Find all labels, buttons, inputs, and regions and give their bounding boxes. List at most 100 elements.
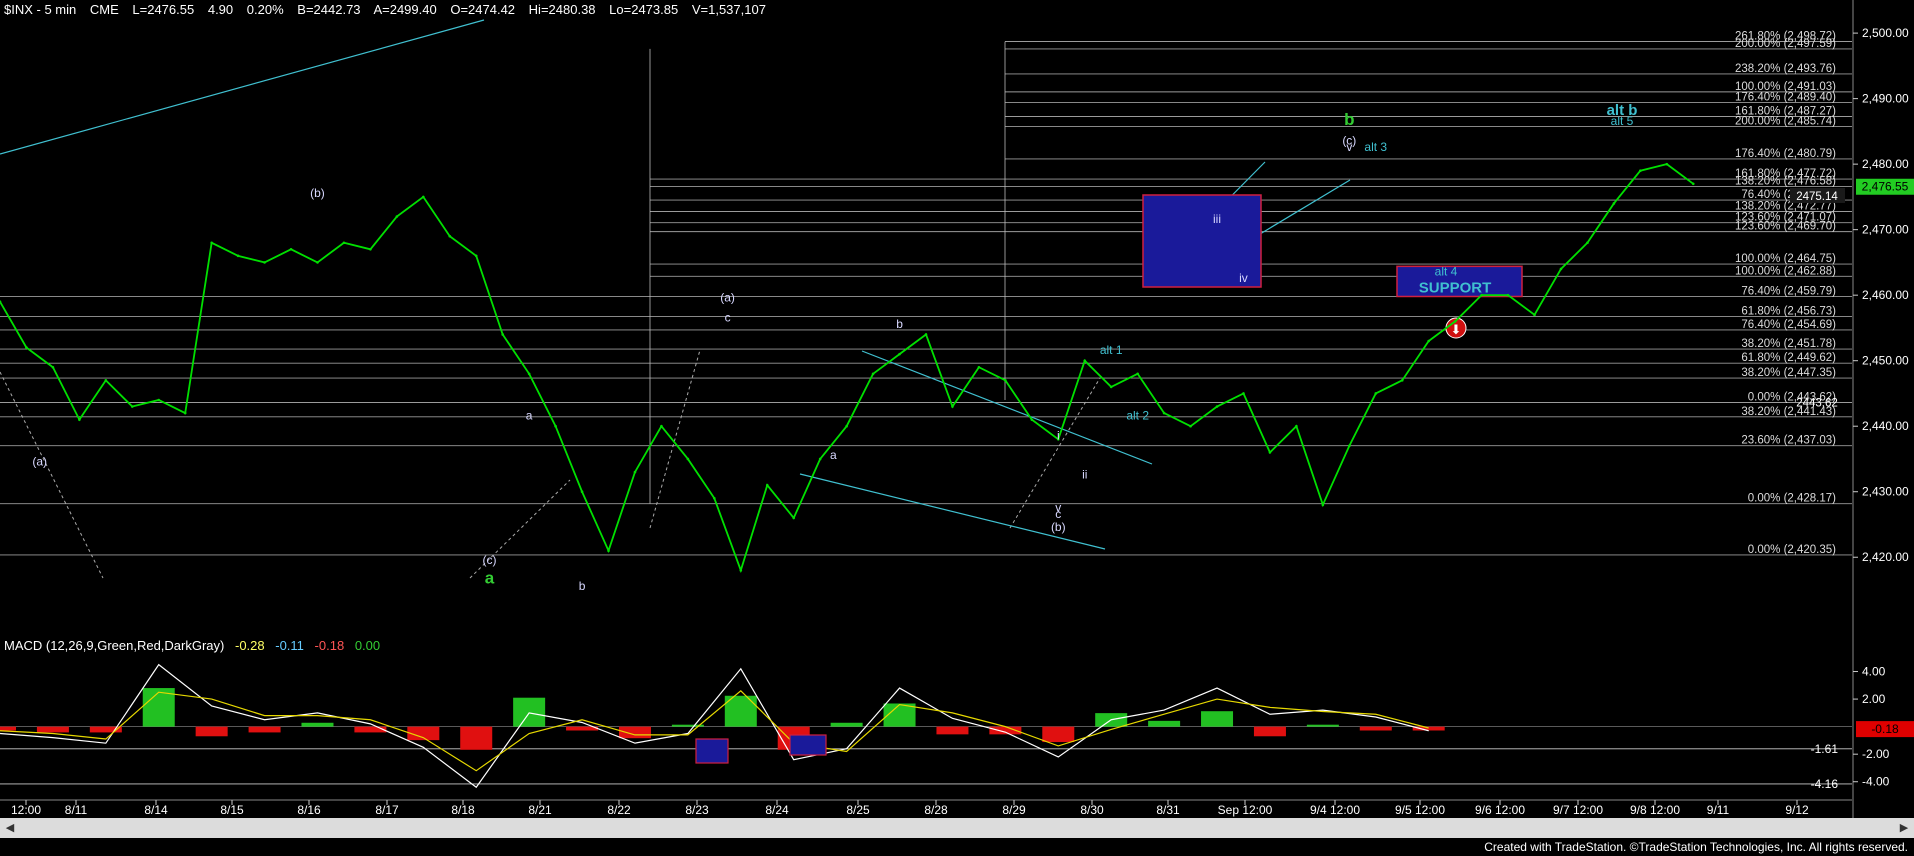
scroll-left-icon[interactable]: ◀	[2, 820, 18, 836]
wave-label: ii	[1082, 468, 1087, 482]
price-point	[1374, 392, 1378, 395]
price-point	[369, 248, 372, 251]
macd-value-4: 0.00	[354, 638, 381, 653]
macd-histogram-bar	[1359, 726, 1392, 731]
macd-tick-label: -2.00	[1862, 747, 1890, 761]
wave-label: iv	[1239, 271, 1248, 285]
macd-marker-box	[695, 738, 729, 764]
macd-tick-label: 2.00	[1862, 692, 1886, 706]
price-point	[25, 346, 28, 349]
volume-value: V=1,537,107	[691, 2, 766, 17]
macd-histogram-bar	[936, 726, 969, 735]
wave-label: c	[1055, 507, 1061, 521]
price-point	[1691, 182, 1695, 186]
last-price: L=2476.55	[132, 2, 195, 17]
price-point	[898, 352, 901, 356]
macd-tick-label: 4.00	[1862, 665, 1886, 679]
macd-histogram-bar	[460, 726, 493, 750]
ask-value: A=2499.40	[373, 2, 437, 17]
price-point	[1321, 503, 1325, 507]
fib-level-label: 38.20% (2,447.35)	[1741, 367, 1836, 379]
time-tick-label: 8/18	[451, 803, 475, 817]
price-tick-label: 2,470.00	[1862, 223, 1909, 237]
price-series-line	[0, 163, 1694, 574]
wave-label: i	[1057, 428, 1060, 442]
fib-level-label: 123.60% (2,469.70)	[1735, 221, 1836, 233]
wave-label: (b)	[1051, 520, 1066, 534]
wave-label: iii	[1213, 212, 1221, 226]
price-point	[580, 490, 584, 494]
price-point	[342, 241, 346, 245]
fib-level-label: 61.80% (2,456.73)	[1741, 306, 1836, 318]
macd-histogram-bar	[301, 722, 334, 727]
wave-label: (b)	[310, 186, 325, 200]
time-tick-label: 8/11	[65, 803, 88, 817]
fib-level-label: 0.00% (2,420.35)	[1748, 544, 1836, 556]
alt-wave-label: alt 5	[1611, 114, 1634, 128]
wave-label: (a)	[32, 455, 47, 469]
macd-histogram-bar	[618, 726, 651, 739]
price-point	[1162, 411, 1166, 415]
time-tick-label: 9/11	[1707, 803, 1730, 817]
chart-header: $INX - 5 min CME L=2476.55 4.90 0.20% B=…	[4, 2, 776, 17]
wave-label: (c)	[1342, 133, 1356, 147]
price-point	[739, 569, 743, 572]
price-point	[1533, 313, 1536, 317]
fib-level-label: 238.20% (2,493.76)	[1735, 63, 1836, 75]
price-point	[1586, 241, 1589, 245]
price-point	[1348, 444, 1351, 448]
price-point	[1480, 293, 1483, 297]
price-point	[1665, 162, 1669, 166]
wave-label: c	[725, 310, 731, 324]
price-point	[1559, 267, 1563, 271]
price-point	[474, 254, 478, 258]
price-tick-label: 2,480.00	[1862, 157, 1909, 171]
scroll-right-icon[interactable]: ▶	[1896, 820, 1912, 836]
price-point	[792, 516, 796, 520]
price-point	[1506, 293, 1510, 297]
low-value: Lo=2473.85	[609, 2, 679, 17]
symbol-label: $INX - 5 min	[4, 2, 77, 17]
price-point	[448, 234, 452, 238]
dashed-trend-line	[649, 349, 701, 529]
macd-histogram-bar	[1148, 720, 1181, 727]
macd-histogram-bar	[1412, 726, 1445, 731]
time-tick-label: 8/23	[685, 803, 709, 817]
time-tick-label: 8/28	[924, 803, 948, 817]
price-tick-label: 2,490.00	[1862, 92, 1909, 106]
wave-label: a	[485, 568, 495, 587]
horizontal-scrollbar[interactable]: ◀ ▶	[0, 818, 1914, 838]
price-point	[78, 418, 81, 421]
fib-level-label: 138.20% (2,476.58)	[1735, 176, 1836, 188]
time-tick-label: 8/14	[144, 803, 168, 817]
time-tick-label: 8/31	[1156, 803, 1180, 817]
fib-level-label: 200.00% (2,485.74)	[1735, 116, 1836, 128]
macd-histogram-bar	[248, 726, 281, 733]
last-price-tag-text: 2,476.55	[1862, 180, 1909, 194]
time-tick-label: 8/21	[528, 803, 552, 817]
wave-label: (a)	[720, 291, 735, 305]
exchange-label: CME	[89, 2, 119, 17]
macd-level-label: -4.16	[1811, 777, 1839, 791]
price-point	[501, 333, 504, 336]
fib-level-label: 176.40% (2,480.79)	[1735, 148, 1836, 160]
fib-level-label: 76.40% (2,459.79)	[1741, 286, 1836, 298]
macd-histogram-bar	[354, 726, 387, 733]
wave-label: a	[830, 448, 837, 462]
price-point	[263, 261, 266, 264]
wave-label: (c)	[482, 553, 496, 567]
price-point	[236, 254, 240, 258]
macd-histogram-bar	[195, 726, 228, 737]
macd-histogram-bar	[513, 697, 546, 727]
price-point	[1030, 418, 1034, 421]
time-tick-label: 9/4 12:00	[1310, 803, 1360, 817]
wave-label: b	[1344, 110, 1354, 129]
price-point	[1215, 405, 1219, 408]
wave-label: alt 1	[1100, 343, 1123, 357]
inner-price-tag2-text: 2443.62	[1796, 397, 1838, 409]
price-chart[interactable]: 2,500.00 2,490.00 2,480.00 2,470.00 2,460.00…	[0, 0, 1914, 856]
price-tick-label: 2,420.00	[1862, 550, 1909, 564]
macd-histogram-bar	[0, 726, 16, 731]
open-value: O=2474.42	[450, 2, 516, 17]
wave-label: a	[526, 409, 533, 423]
